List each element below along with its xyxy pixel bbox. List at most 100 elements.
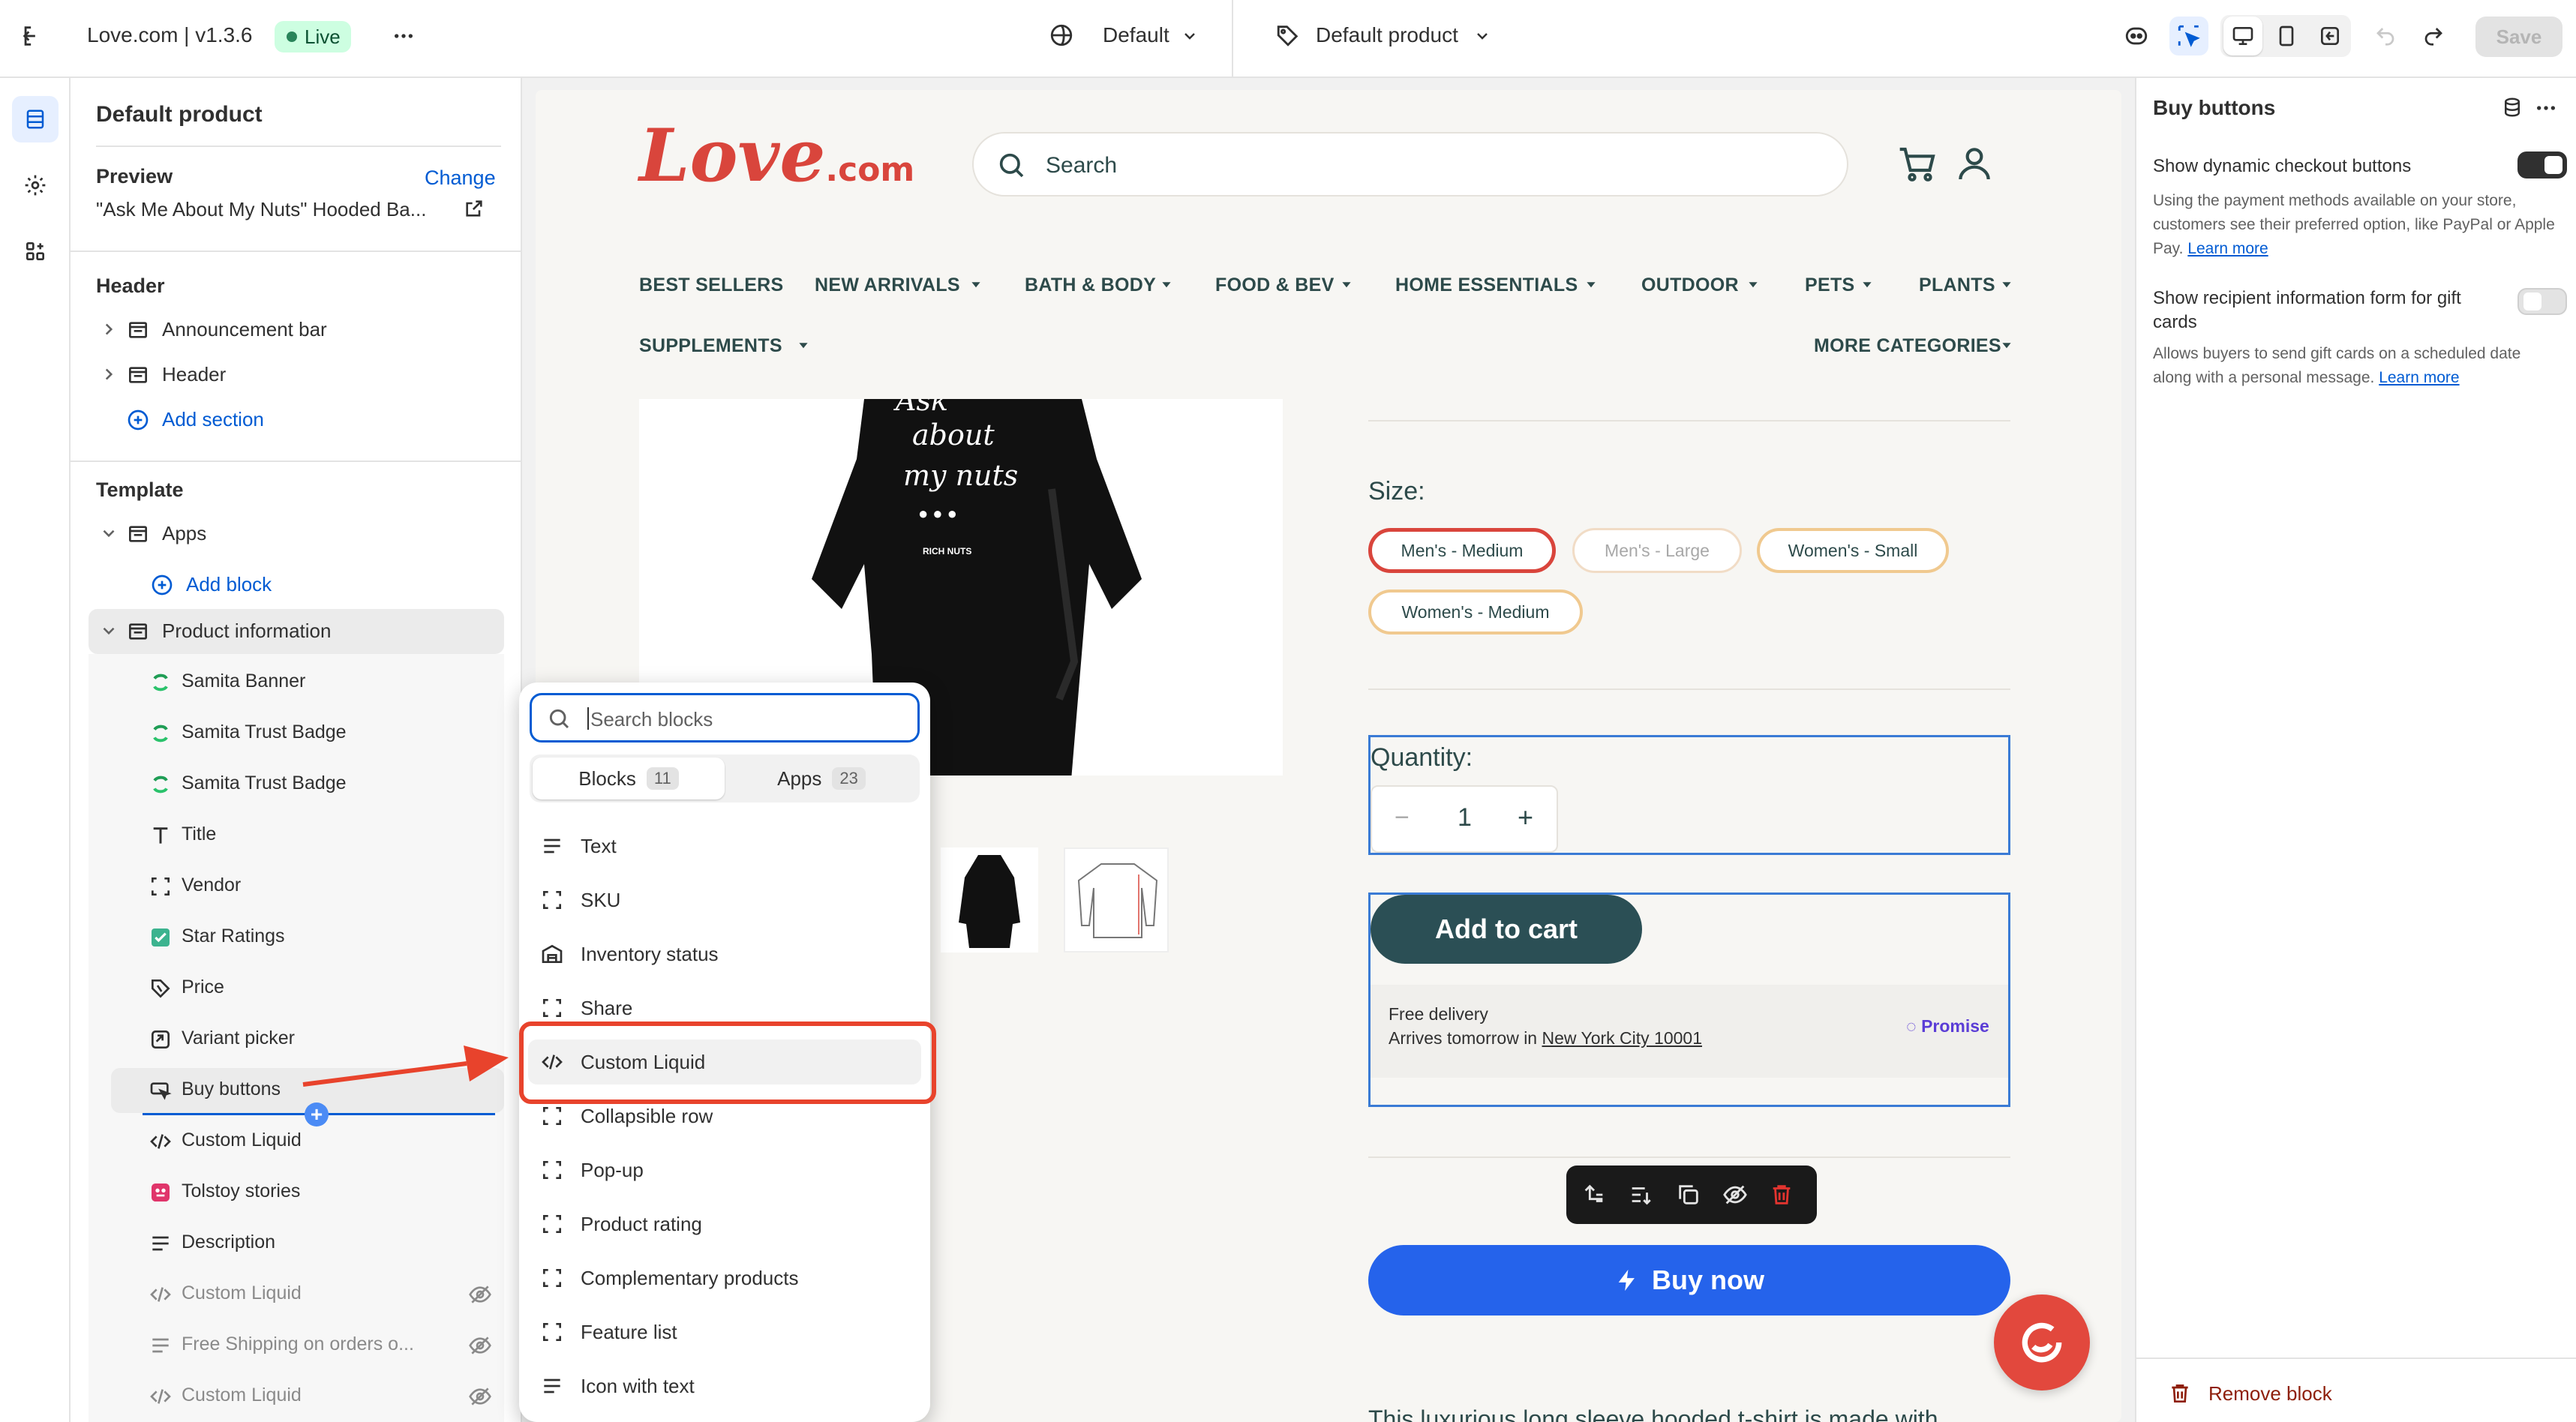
chevron-right-icon[interactable] (99, 320, 119, 339)
block-tolstoy-stories[interactable]: Tolstoy stories (89, 1170, 504, 1215)
tab-apps[interactable]: Apps 23 (726, 758, 917, 800)
quantity-block[interactable]: Quantity: − 1 + (1368, 735, 2010, 855)
thumbnail-size-chart[interactable] (1064, 848, 1169, 952)
redo-icon[interactable] (2414, 16, 2453, 56)
remove-block-button[interactable]: Remove block (2168, 1382, 2332, 1406)
chevron-down-icon[interactable] (99, 524, 119, 543)
block-option-feature-list[interactable]: Feature list (540, 1310, 923, 1354)
buy-now-button[interactable]: Buy now (1368, 1245, 2010, 1316)
database-icon[interactable] (2501, 96, 2523, 118)
chevron-down-icon[interactable] (1181, 27, 1199, 45)
tab-blocks[interactable]: Blocks 11 (533, 758, 725, 800)
block-search-input[interactable]: Search blocks (530, 693, 920, 742)
nav-item-outdoor[interactable]: OUTDOOR (1641, 274, 1739, 296)
chevron-right-icon[interactable] (99, 364, 119, 384)
nav-item-bath-body[interactable]: BATH & BODY (1025, 274, 1156, 296)
add-to-cart-button[interactable]: Add to cart (1371, 895, 1642, 964)
nav-item-food-bev[interactable]: FOOD & BEV (1215, 274, 1335, 296)
learn-more-link[interactable]: Learn more (2187, 240, 2268, 257)
block-description[interactable]: Description (89, 1221, 504, 1266)
size-option-womens-medium[interactable]: Women's - Medium (1368, 590, 1583, 634)
recipient-form-toggle[interactable] (2517, 288, 2567, 315)
more-icon[interactable] (2534, 96, 2558, 120)
gear-icon[interactable] (12, 162, 59, 208)
block-free-shipping-hidden[interactable]: Free Shipping on orders o... (89, 1323, 504, 1368)
sections-icon[interactable] (12, 96, 59, 142)
sensei-icon[interactable] (2117, 16, 2156, 56)
size-option-womens-small[interactable]: Women's - Small (1757, 528, 1949, 573)
block-custom-liquid[interactable]: Custom Liquid (89, 1119, 504, 1164)
change-link[interactable]: Change (425, 166, 496, 190)
fullscreen-icon[interactable] (2310, 16, 2349, 56)
apps-icon[interactable] (12, 228, 59, 274)
block-title[interactable]: Title (89, 813, 504, 858)
block-option-complementary-products[interactable]: Complementary products (540, 1256, 923, 1300)
block-option-icon-with-text[interactable]: Icon with text (540, 1364, 923, 1408)
block-custom-liquid-hidden[interactable]: Custom Liquid (89, 1374, 504, 1419)
store-search-bar[interactable]: Search (972, 132, 1848, 196)
more-icon[interactable] (384, 16, 423, 56)
block-vendor[interactable]: Vendor (89, 864, 504, 909)
nav-item-best-sellers[interactable]: BEST SELLERS (639, 274, 784, 296)
theme-select[interactable]: Default (1103, 23, 1169, 47)
cart-icon[interactable] (1896, 144, 1938, 186)
block-samita-banner[interactable]: Samita Banner (89, 660, 504, 705)
add-block-button[interactable]: Add block (89, 562, 504, 608)
arrives-location-link[interactable]: New York City 10001 (1542, 1028, 1703, 1048)
quantity-minus-button[interactable]: − (1395, 803, 1410, 832)
move-down-icon[interactable] (1628, 1182, 1653, 1208)
quantity-value[interactable]: 1 (1458, 803, 1472, 832)
chat-widget-button[interactable] (1994, 1294, 2090, 1390)
eye-slash-icon[interactable] (468, 1384, 492, 1408)
nav-item-home-essentials[interactable]: HOME ESSENTIALS (1395, 274, 1578, 296)
block-option-text[interactable]: Text (540, 824, 923, 868)
nav-item-more-categories[interactable]: MORE CATEGORIES (1814, 335, 2001, 357)
thumbnail-hoodie-back[interactable] (941, 848, 1038, 952)
block-option-inventory-status[interactable]: Inventory status (540, 932, 923, 976)
template-select[interactable]: Default product (1316, 23, 1458, 47)
chevron-down-icon[interactable] (99, 621, 119, 640)
tree-item-announcement-bar[interactable]: Announcement bar (89, 308, 504, 352)
block-samita-trust-badge[interactable]: Samita Trust Badge (89, 711, 504, 756)
save-button[interactable]: Save (2475, 16, 2562, 57)
mobile-icon[interactable] (2267, 16, 2306, 56)
nav-item-plants[interactable]: PLANTS (1919, 274, 1995, 296)
undo-icon[interactable] (2366, 16, 2405, 56)
tree-item-product-information[interactable]: Product information (89, 609, 504, 654)
caret-down-icon (2002, 282, 2011, 288)
inspector-icon[interactable] (2169, 16, 2208, 56)
eye-slash-icon[interactable] (468, 1334, 492, 1358)
trash-icon[interactable] (1769, 1182, 1794, 1208)
block-star-ratings[interactable]: Star Ratings (89, 915, 504, 960)
block-custom-liquid-hidden[interactable]: Custom Liquid (89, 1272, 504, 1317)
quantity-stepper[interactable]: − 1 + (1371, 785, 1558, 853)
nav-item-new-arrivals[interactable]: NEW ARRIVALS (815, 274, 960, 296)
add-section-button[interactable]: Add section (89, 398, 504, 442)
tree-item-header[interactable]: Header (89, 352, 504, 398)
size-option-mens-medium[interactable]: Men's - Medium (1368, 528, 1556, 573)
block-option-pop-up[interactable]: Pop-up (540, 1148, 923, 1192)
block-samita-trust-badge[interactable]: Samita Trust Badge (89, 762, 504, 807)
store-logo[interactable]: Love.com (639, 120, 914, 192)
exit-icon[interactable] (14, 16, 53, 56)
nav-item-pets[interactable]: PETS (1805, 274, 1855, 296)
chevron-down-icon[interactable] (1473, 27, 1491, 45)
external-link-icon[interactable] (464, 198, 485, 219)
dynamic-checkout-toggle[interactable] (2517, 152, 2567, 178)
buy-buttons-block[interactable]: Add to cart Free delivery Arrives tomorr… (1368, 892, 2010, 1107)
nav-item-supplements[interactable]: SUPPLEMENTS (639, 335, 782, 357)
desktop-icon[interactable] (2223, 16, 2262, 56)
hide-icon[interactable] (1722, 1182, 1748, 1208)
size-option-mens-large[interactable]: Men's - Large (1572, 528, 1742, 573)
move-up-icon[interactable] (1581, 1182, 1607, 1208)
duplicate-icon[interactable] (1676, 1182, 1701, 1208)
quantity-plus-button[interactable]: + (1518, 802, 1533, 833)
block-option-sku[interactable]: SKU (540, 878, 923, 922)
learn-more-link[interactable]: Learn more (2379, 369, 2459, 386)
tree-item-apps[interactable]: Apps (89, 512, 504, 556)
block-option-product-rating[interactable]: Product rating (540, 1202, 923, 1246)
tree-item-label: Apps (162, 522, 207, 544)
block-price[interactable]: Price (89, 966, 504, 1011)
eye-slash-icon[interactable] (468, 1282, 492, 1306)
account-icon[interactable] (1953, 142, 1995, 184)
